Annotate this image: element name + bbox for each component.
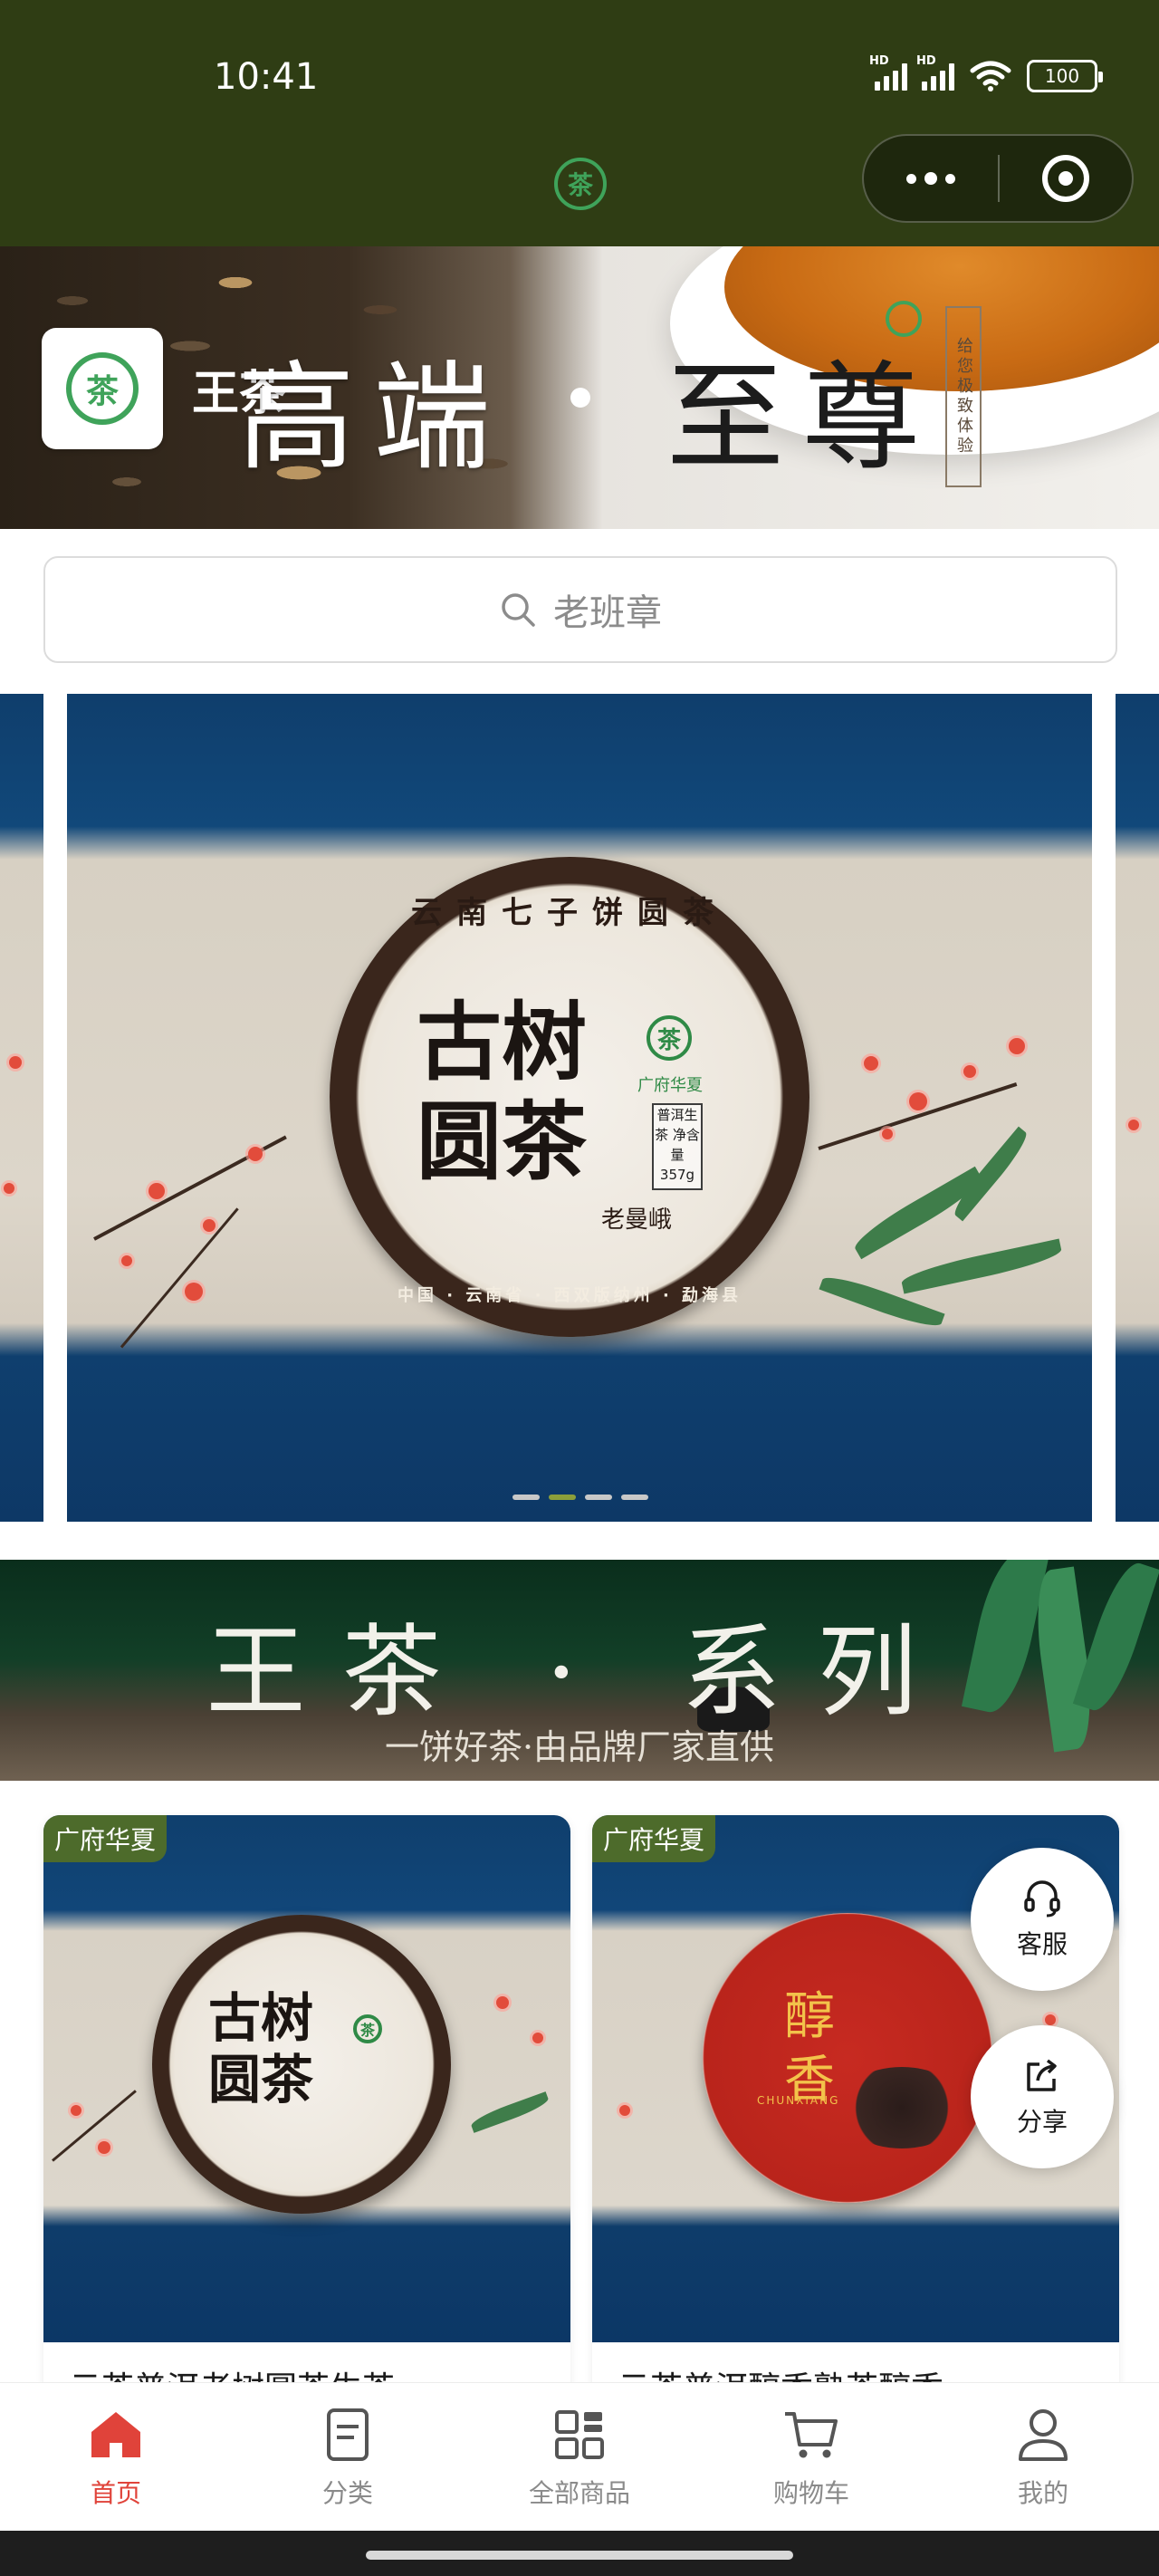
user-icon	[1019, 2408, 1068, 2461]
search-icon	[502, 593, 535, 627]
tab-cart[interactable]: 购物车	[695, 2383, 927, 2531]
cake-logo-glyph: 茶	[359, 2022, 375, 2039]
more-dots-icon[interactable]	[864, 136, 998, 221]
banner-dot	[570, 388, 590, 408]
cake-title: 古树圆茶	[417, 993, 588, 1192]
cake-logo-glyph: 茶	[656, 1026, 681, 1054]
carousel-dot[interactable]	[512, 1495, 540, 1500]
service-label: 客服	[1016, 1929, 1068, 1959]
red-cake-title: 醇香	[784, 1987, 835, 2110]
bottom-tab-bar: 首页 分类 全部商品 购物车 我的	[0, 2382, 1159, 2531]
signal-icon-2: HD	[916, 54, 954, 91]
tab-home[interactable]: 首页	[0, 2383, 232, 2531]
grid-icon	[555, 2409, 604, 2459]
tab-mine[interactable]: 我的	[927, 2383, 1159, 2531]
nav-logo-glyph: 茶	[567, 170, 593, 200]
series-banner[interactable]: 王茶 · 系列 一饼好茶·由品牌厂家直供	[0, 1560, 1159, 1781]
share-icon	[1027, 2059, 1057, 2091]
tea-cake-image: 云南七子饼圆茶 古树圆茶 茶 广府华夏 普洱生茶 净含量357g 老曼峨 中国 …	[330, 857, 809, 1337]
cake-bottom-text: 中国 · 云南省 · 西双版纳州 · 勐海县	[397, 1286, 742, 1305]
product-tag: 广府华夏	[592, 1815, 716, 1862]
cake-ring-text: 云南七子饼圆茶	[411, 895, 728, 931]
wifi-icon	[970, 61, 1011, 91]
headset-icon	[1024, 1880, 1060, 1918]
battery-icon: 100	[1027, 60, 1103, 92]
tab-label: 购物车	[772, 2477, 849, 2508]
home-indicator	[0, 2531, 1159, 2576]
search-input[interactable]: 老班章	[43, 556, 1117, 663]
cake-logo-icon: 茶	[353, 2014, 382, 2043]
brand-logo-glyph: 茶	[85, 373, 119, 410]
banner-vertical-text: 给您极致体验	[945, 306, 982, 487]
cake-stamp: 普洱生茶 净含量357g	[652, 1103, 703, 1190]
signal-icon: HD	[869, 54, 907, 91]
product-card[interactable]: 广府华夏 古树圆茶 茶 云茶普洱老树圆茶生茶	[43, 1815, 570, 2449]
mini-program-capsule	[862, 134, 1134, 223]
tab-label: 全部商品	[528, 2477, 630, 2508]
carousel-slide-active[interactable]: 云南七子饼圆茶 古树圆茶 茶 广府华夏 普洱生茶 净含量357g 老曼峨 中国 …	[67, 694, 1092, 1522]
share-button[interactable]: 分享	[971, 2025, 1114, 2168]
target-close-icon[interactable]	[1000, 136, 1132, 221]
signal-hd-label: HD	[869, 54, 889, 68]
red-tea-cake-image: 醇香 CHUNXIANG	[703, 1913, 992, 2203]
series-subtitle: 一饼好茶·由品牌厂家直供	[384, 1727, 775, 1767]
brand-logo[interactable]: 茶	[42, 328, 163, 449]
carousel-dot-active[interactable]	[549, 1495, 576, 1500]
category-icon	[327, 2408, 369, 2461]
image-carousel[interactable]: 云南七子饼圆茶 古树圆茶 茶 广府华夏 普洱生茶 净含量357g 老曼峨 中国 …	[0, 694, 1159, 1522]
cake-brand: 广府华夏	[637, 1076, 703, 1095]
cake-sub: 老曼峨	[601, 1206, 673, 1234]
product-image[interactable]: 古树圆茶 茶	[43, 1815, 570, 2342]
customer-service-button[interactable]: 客服	[971, 1848, 1114, 1991]
tab-label: 分类	[321, 2477, 373, 2508]
home-icon	[91, 2411, 140, 2457]
cake-logo-icon: 茶	[647, 1015, 692, 1061]
carousel-dot[interactable]	[585, 1495, 612, 1500]
tab-category[interactable]: 分类	[232, 2383, 464, 2531]
tea-logo-icon: 茶	[66, 352, 139, 425]
battery-level: 100	[1044, 65, 1080, 87]
signal-hd-label-2: HD	[916, 54, 936, 68]
carousel-indicator	[512, 1495, 648, 1500]
tea-cake-image: 古树圆茶 茶	[152, 1915, 451, 2214]
tab-label: 首页	[90, 2477, 141, 2508]
carousel-dot[interactable]	[621, 1495, 648, 1500]
status-icons: HD HD 100	[869, 54, 1103, 92]
tea-logo-icon: 茶	[554, 158, 607, 210]
search-placeholder: 老班章	[553, 592, 662, 634]
red-cake-pinyin: CHUNXIANG	[757, 2094, 840, 2107]
banner-slogan-right: 至尊	[666, 349, 939, 486]
share-label: 分享	[1016, 2107, 1068, 2137]
banner-slogan-left: 高端	[237, 349, 510, 486]
product-tag: 广府华夏	[43, 1815, 168, 1862]
tab-label: 我的	[1017, 2477, 1068, 2508]
carousel-slide-next[interactable]	[1116, 694, 1159, 1522]
status-time: 10:41	[214, 56, 319, 98]
cart-icon	[785, 2411, 838, 2457]
top-bar: 10:41 HD HD 100 茶	[0, 0, 1159, 246]
cake-title: 古树圆茶	[208, 1987, 314, 2110]
tab-all-products[interactable]: 全部商品	[464, 2383, 695, 2531]
series-title: 王茶 · 系列	[206, 1614, 953, 1730]
carousel-slide-prev[interactable]	[0, 694, 43, 1522]
